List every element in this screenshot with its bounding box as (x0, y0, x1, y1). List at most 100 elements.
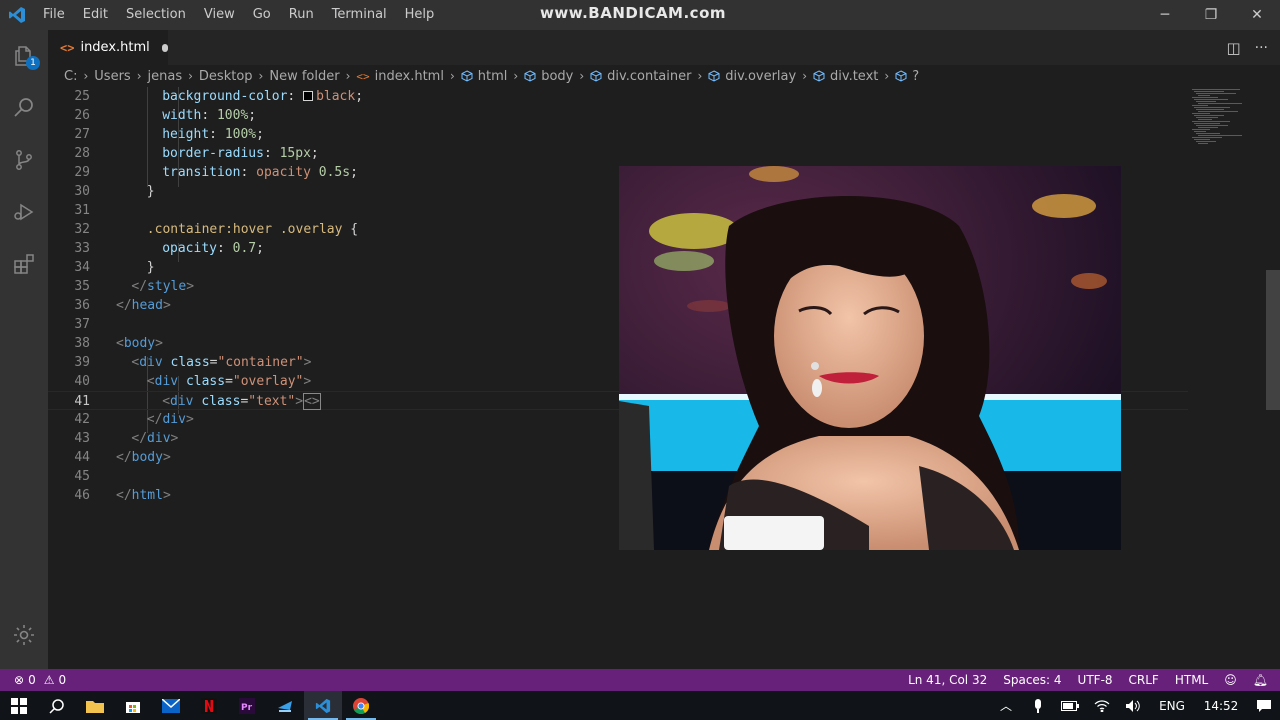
restore-button[interactable]: ❐ (1188, 0, 1234, 30)
premiere-icon[interactable]: Pr (228, 691, 266, 720)
language-mode[interactable]: HTML (1175, 673, 1208, 687)
unsaved-dot-icon[interactable] (161, 43, 168, 52)
code-token: ; (355, 89, 364, 104)
code-token: ; (256, 241, 264, 256)
breadcrumb-symbol[interactable]: html (461, 68, 508, 84)
code-token: height (162, 127, 210, 142)
netflix-icon[interactable] (190, 691, 228, 720)
encoding[interactable]: UTF-8 (1078, 673, 1113, 687)
line-number: 43 (74, 431, 90, 446)
minimap-line (1198, 95, 1210, 96)
code-line[interactable]: 28 border-radius: 15px; (48, 144, 1188, 163)
volume-icon[interactable] (1118, 699, 1150, 712)
code-token: body (123, 336, 156, 351)
code-token: > (155, 336, 163, 351)
code-token: class (170, 355, 210, 370)
search-icon[interactable] (0, 82, 48, 134)
extensions-icon[interactable] (0, 238, 48, 290)
minimize-button[interactable]: ─ (1142, 0, 1188, 30)
run-debug-icon[interactable] (0, 186, 48, 238)
breadcrumb-separator-icon: › (579, 69, 585, 83)
menu-run[interactable]: Run (280, 0, 323, 30)
breadcrumb-symbol[interactable]: body (524, 69, 573, 84)
menu-terminal[interactable]: Terminal (323, 0, 396, 30)
wifi-icon[interactable] (1086, 699, 1118, 712)
code-token: .container:hover .overlay (146, 222, 343, 237)
clock[interactable]: 14:52 (1194, 699, 1248, 713)
html-file-icon: <> (356, 69, 370, 83)
action-center-icon[interactable] (1248, 699, 1280, 712)
minimap-line (1198, 111, 1238, 112)
code-line[interactable]: 26 width: 100%; (48, 106, 1188, 125)
code-line[interactable]: 25 background-color: black; (48, 87, 1188, 106)
tab-index-html[interactable]: <> index.html (48, 30, 168, 65)
breadcrumb-symbol[interactable]: div.overlay (708, 69, 796, 84)
svg-text:Pr: Pr (241, 703, 253, 713)
breadcrumb-item[interactable]: C: (64, 69, 77, 84)
windows-start-icon[interactable] (0, 691, 38, 720)
cursor-position[interactable]: Ln 41, Col 32 (908, 673, 987, 687)
indentation[interactable]: Spaces: 4 (1003, 673, 1061, 687)
notifications-icon[interactable]: 🔔︎ (1253, 673, 1268, 687)
end-of-line[interactable]: CRLF (1129, 673, 1159, 687)
code-token: "text" (248, 394, 296, 409)
minimap-line (1196, 133, 1220, 134)
line-number: 46 (74, 488, 90, 503)
code-text: width: 100%; (162, 106, 256, 125)
color-swatch[interactable] (303, 91, 314, 101)
breadcrumb-symbol-label: html (477, 68, 508, 84)
code-token: = (225, 374, 233, 389)
source-control-icon[interactable] (0, 134, 48, 186)
code-text: border-radius: 15px; (162, 144, 319, 163)
breadcrumb-separator-icon: › (697, 69, 703, 83)
breadcrumb-file[interactable]: <> index.html (356, 69, 444, 84)
minimap-line (1198, 143, 1208, 144)
chrome-icon[interactable] (342, 691, 380, 720)
breadcrumb-symbol[interactable]: div.container (590, 69, 691, 84)
battery-icon[interactable] (1054, 700, 1086, 711)
menu-edit[interactable]: Edit (74, 0, 117, 30)
gear-icon[interactable] (0, 609, 48, 661)
line-number: 33 (74, 241, 90, 256)
explorer-icon[interactable]: 1 (0, 30, 48, 82)
vscode-icon[interactable] (304, 691, 342, 720)
microphone-icon[interactable] (1022, 698, 1054, 713)
feedback-icon[interactable]: ☺ (1224, 673, 1237, 687)
more-actions-icon[interactable]: ··· (1255, 40, 1268, 56)
vertical-scrollbar[interactable] (1266, 270, 1280, 410)
code-line[interactable]: 27 height: 100%; (48, 125, 1188, 144)
explorer-badge: 1 (26, 56, 40, 70)
code-token: : (209, 127, 225, 142)
store-icon[interactable] (114, 691, 152, 720)
language-indicator[interactable]: ENG (1150, 699, 1194, 713)
file-explorer-icon[interactable] (76, 691, 114, 720)
menu-help[interactable]: Help (396, 0, 444, 30)
menu-view[interactable]: View (195, 0, 244, 30)
close-button[interactable]: ✕ (1234, 0, 1280, 30)
breadcrumb-item[interactable]: Desktop (199, 69, 253, 84)
symbol-icon (895, 70, 907, 82)
minimap[interactable] (1192, 87, 1268, 167)
split-editor-icon[interactable]: ◫ (1226, 39, 1240, 57)
menu-file[interactable]: File (34, 0, 74, 30)
breadcrumb-item[interactable]: New folder (269, 69, 339, 84)
menu-selection[interactable]: Selection (117, 0, 195, 30)
breadcrumb-symbol[interactable]: div.text (813, 69, 878, 84)
search-icon[interactable] (38, 691, 76, 720)
problems-indicator[interactable]: ⊗ 0 ⚠ 0 (14, 669, 66, 691)
error-count: 0 (28, 673, 36, 687)
code-token: : (240, 165, 257, 180)
breadcrumb-item[interactable]: Users (94, 69, 130, 84)
show-hidden-icons-icon[interactable]: ︿ (990, 697, 1022, 714)
auto-close-tag-hint: <> (303, 393, 321, 410)
code-text: </body> (116, 448, 171, 467)
breadcrumb-separator-icon: › (345, 69, 351, 83)
line-number: 39 (74, 355, 90, 370)
app-icon[interactable] (266, 691, 304, 720)
mail-icon[interactable] (152, 691, 190, 720)
breadcrumb-separator-icon: › (258, 69, 264, 83)
menu-go[interactable]: Go (244, 0, 280, 30)
breadcrumb-symbol[interactable]: ? (895, 69, 919, 84)
code-text: <body> (116, 334, 163, 353)
breadcrumb-item[interactable]: jenas (148, 69, 183, 84)
